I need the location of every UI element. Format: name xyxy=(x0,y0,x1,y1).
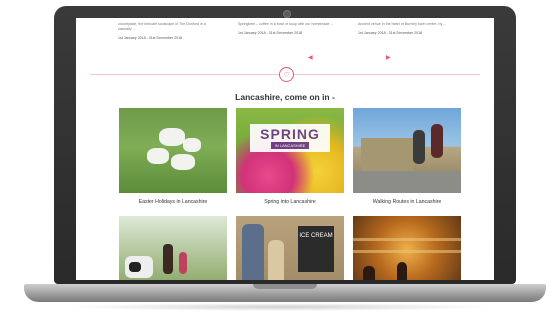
event-snippet-text: Springtime – coffee in a bowl of soup wi… xyxy=(238,22,334,26)
laptop-base xyxy=(24,284,546,302)
event-snippet-date: 1st January 2018 - 31st December 2018 xyxy=(238,31,303,35)
tile-pub[interactable] xyxy=(353,216,461,280)
tile-image-lambs[interactable] xyxy=(119,108,227,193)
tile-image-farm[interactable] xyxy=(119,216,227,280)
tile-caption[interactable]: Spring into Lancashire xyxy=(236,199,344,205)
event-snippet[interactable]: Springtime – coffee in a bowl of soup wi… xyxy=(238,22,338,41)
tile-caption[interactable]: Easter Holidays in Lancashire xyxy=(119,199,227,205)
tile-image-pub[interactable] xyxy=(353,216,461,280)
ice-cream-sign: ICE CREAM xyxy=(298,226,334,272)
laptop-screen: countryside, the intricate soulscape of … xyxy=(76,18,494,280)
tile-farm[interactable] xyxy=(119,216,227,280)
event-snippets: countryside, the intricate soulscape of … xyxy=(118,22,458,41)
heart-icon: ♡ xyxy=(279,67,294,82)
event-snippet[interactable]: Ancient venue in the heart of Burnley to… xyxy=(358,22,458,41)
event-snippet[interactable]: countryside, the intricate soulscape of … xyxy=(118,22,218,41)
section-heading: Lancashire, come on in - xyxy=(235,92,335,102)
event-snippet-text: countryside, the intricate soulscape of … xyxy=(118,22,206,31)
webcam-icon xyxy=(283,10,291,18)
tile-image-spring[interactable]: SPRING IN LANCASHIRE xyxy=(236,108,344,193)
carousel-prev-icon[interactable]: ◀ xyxy=(308,54,313,61)
spring-banner-title: SPRING xyxy=(260,126,320,142)
event-snippet-date: 1st January 2018 - 31st December 2018 xyxy=(358,31,423,35)
laptop-notch xyxy=(253,284,317,289)
carousel-next-icon[interactable]: ▶ xyxy=(386,54,391,61)
tile-image-walkers[interactable] xyxy=(353,108,461,193)
tile-walking-routes[interactable]: Walking Routes in Lancashire xyxy=(353,108,461,205)
event-snippet-date: 1st January 2018 - 31st December 2018 xyxy=(118,36,183,40)
tile-ice-cream[interactable]: ICE CREAM xyxy=(236,216,344,280)
tile-caption[interactable]: Walking Routes in Lancashire xyxy=(353,199,461,205)
tile-spring[interactable]: SPRING IN LANCASHIRE Spring into Lancash… xyxy=(236,108,344,205)
tile-image-ice-cream[interactable]: ICE CREAM xyxy=(236,216,344,280)
spring-banner-subtitle: IN LANCASHIRE xyxy=(270,142,310,149)
spring-banner: SPRING IN LANCASHIRE xyxy=(250,124,330,152)
laptop-shadow xyxy=(60,303,500,311)
event-snippet-text: Ancient venue in the heart of Burnley to… xyxy=(358,22,447,26)
tile-easter-holidays[interactable]: Easter Holidays in Lancashire xyxy=(119,108,227,205)
